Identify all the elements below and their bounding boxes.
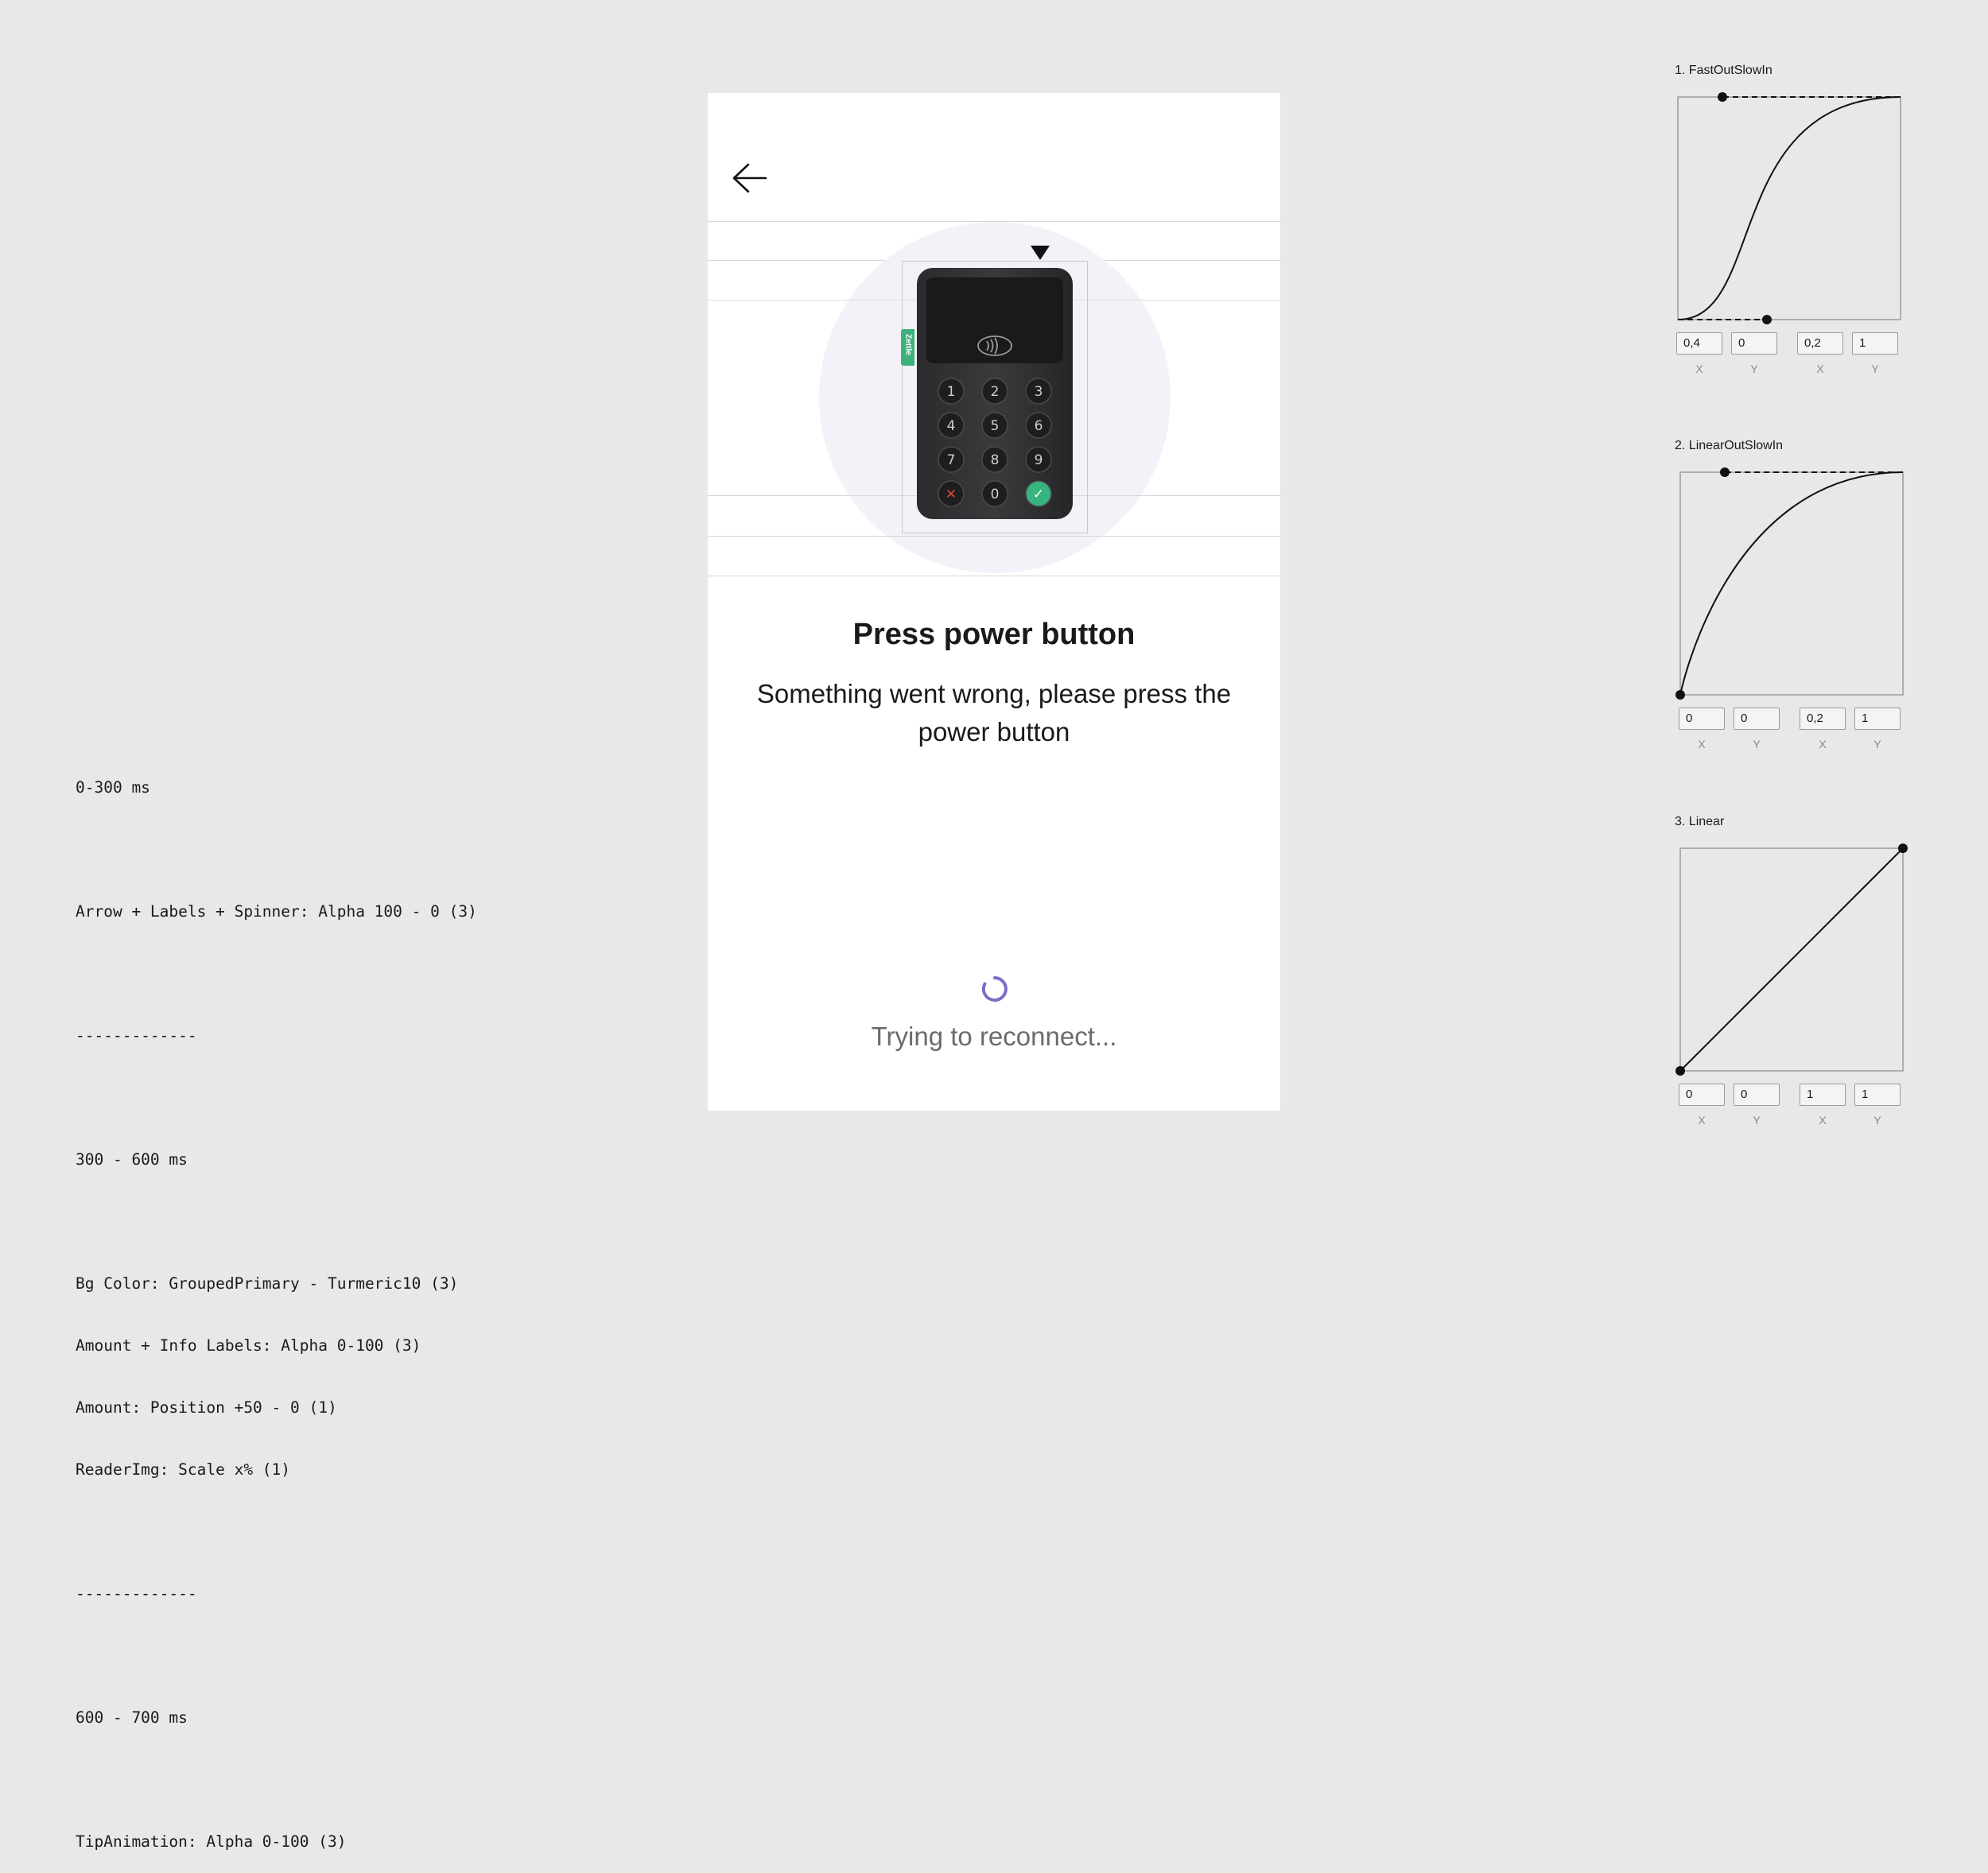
note-line: 0-300 ms <box>76 778 150 797</box>
page-title: Press power button <box>852 618 1136 651</box>
easing-title: 3. Linear <box>1675 815 1725 828</box>
arrow-left-icon <box>732 163 767 193</box>
axis-label: X <box>1698 738 1706 750</box>
easing-field-x1[interactable]: 0,4 <box>1676 332 1722 355</box>
reader-key: 8 <box>981 446 1008 473</box>
control-point-handle[interactable] <box>1898 843 1908 853</box>
svg-text:✓: ✓ <box>1033 487 1044 502</box>
note-line: 600 - 700 ms <box>76 1708 188 1727</box>
reconnect-status: Trying to reconnect... <box>871 1022 1117 1051</box>
note-line: Amount: Position +50 - 0 (1) <box>76 1398 337 1417</box>
axis-label: X <box>1816 363 1824 375</box>
axis-label: Y <box>1753 1114 1761 1127</box>
reader-key: 6 <box>1025 412 1052 439</box>
note-line <box>76 964 632 984</box>
note-line: Bg Color: GroupedPrimary - Turmeric10 (3… <box>76 1274 459 1293</box>
note-line: Arrow + Labels + Spinner: Alpha 100 - 0 … <box>76 902 477 921</box>
svg-text:6: 6 <box>1035 418 1043 434</box>
easing-curve-line <box>1677 96 1901 320</box>
easing-curve-graph <box>1675 467 1904 700</box>
animation-notes: 0-300 ms Arrow + Labels + Spinner: Alpha… <box>76 736 632 1873</box>
reader-key: 2 <box>981 378 1008 405</box>
svg-text:0: 0 <box>991 487 1000 502</box>
svg-text:8: 8 <box>991 452 1000 468</box>
easing-curve-line <box>1679 471 1904 696</box>
axis-label: X <box>1695 363 1703 375</box>
easing-field-y2[interactable]: 1 <box>1854 708 1901 730</box>
reader-key: ✓ <box>1025 480 1052 507</box>
easing-title: 1. FastOutSlowIn <box>1675 64 1773 77</box>
control-point-handle[interactable] <box>1718 92 1727 102</box>
control-point-handle[interactable] <box>1720 467 1730 477</box>
reader-key: 4 <box>938 412 965 439</box>
easing-curve-line <box>1679 847 1904 1072</box>
reader-key: 3 <box>1025 378 1052 405</box>
easing-curve-graph <box>1675 843 1908 1076</box>
loading-spinner-icon <box>981 976 1008 1002</box>
svg-text:✕: ✕ <box>945 487 957 502</box>
svg-text:5: 5 <box>991 418 1000 434</box>
easing-field-x1[interactable]: 0 <box>1679 708 1725 730</box>
easing-field-x2[interactable]: 0,2 <box>1797 332 1843 355</box>
note-line <box>76 840 632 860</box>
axis-label: Y <box>1753 738 1761 750</box>
note-line <box>76 1522 632 1542</box>
note-line: ------------- <box>76 1584 197 1603</box>
axis-label: Y <box>1873 1114 1881 1127</box>
control-point-handle[interactable] <box>1675 690 1685 700</box>
reader-key: 5 <box>981 412 1008 439</box>
easing-field-y2[interactable]: 1 <box>1852 332 1898 355</box>
power-button-marker-icon <box>1031 246 1050 260</box>
note-line <box>76 1212 632 1232</box>
easing-field-y1[interactable]: 0 <box>1731 332 1777 355</box>
easing-field-y1[interactable]: 0 <box>1734 1084 1780 1106</box>
svg-text:2: 2 <box>991 384 1000 400</box>
back-button[interactable] <box>728 157 771 200</box>
easing-field-x1[interactable]: 0 <box>1679 1084 1725 1106</box>
easing-curve-graph <box>1677 92 1901 324</box>
axis-label: X <box>1698 1114 1706 1127</box>
axis-label: Y <box>1871 363 1879 375</box>
easing-title: 2. LinearOutSlowIn <box>1675 439 1784 452</box>
easing-field-x2[interactable]: 0,2 <box>1800 708 1846 730</box>
guide-line <box>708 536 1280 537</box>
svg-text:7: 7 <box>947 452 956 468</box>
reader-key: 9 <box>1025 446 1052 473</box>
card-reader-image: 1 2 3 4 5 6 7 8 9 ✕ 0 ✓ <box>917 268 1073 519</box>
axis-label: Y <box>1750 363 1758 375</box>
axis-label: X <box>1819 1114 1827 1127</box>
reader-key: ✕ <box>938 480 965 507</box>
note-line: Amount + Info Labels: Alpha 0-100 (3) <box>76 1336 421 1355</box>
phone-screen: 1 2 3 4 5 6 7 8 9 ✕ 0 ✓ Zettle Press power button S… <box>708 93 1280 1111</box>
svg-text:4: 4 <box>947 418 956 434</box>
curve-frame <box>1677 96 1901 320</box>
svg-text:9: 9 <box>1035 452 1043 468</box>
error-message: Something went wrong, please press the p… <box>756 679 1232 746</box>
reader-brand-label: Zettle <box>903 334 913 355</box>
note-line: 300 - 600 ms <box>76 1150 188 1169</box>
reader-key: 7 <box>938 446 965 473</box>
curve-frame <box>1679 471 1904 696</box>
control-point-handle[interactable] <box>1762 315 1772 324</box>
note-line <box>76 1088 632 1108</box>
easing-field-y1[interactable]: 0 <box>1734 708 1780 730</box>
note-line <box>76 1646 632 1666</box>
reader-key: 1 <box>938 378 965 405</box>
svg-text:1: 1 <box>947 384 956 400</box>
note-line <box>76 1770 632 1790</box>
axis-label: X <box>1819 738 1827 750</box>
axis-label: Y <box>1873 738 1881 750</box>
easing-field-x2[interactable]: 1 <box>1800 1084 1846 1106</box>
reader-brand-tab: Zettle <box>901 329 914 366</box>
note-line: ------------- <box>76 1026 197 1045</box>
control-point-handle[interactable] <box>1675 1066 1685 1076</box>
easing-field-y2[interactable]: 1 <box>1854 1084 1901 1106</box>
note-line: TipAnimation: Alpha 0-100 (3) <box>76 1832 347 1851</box>
note-line: ReaderImg: Scale x% (1) <box>76 1460 291 1479</box>
svg-text:3: 3 <box>1035 384 1043 400</box>
reader-key: 0 <box>981 480 1008 507</box>
